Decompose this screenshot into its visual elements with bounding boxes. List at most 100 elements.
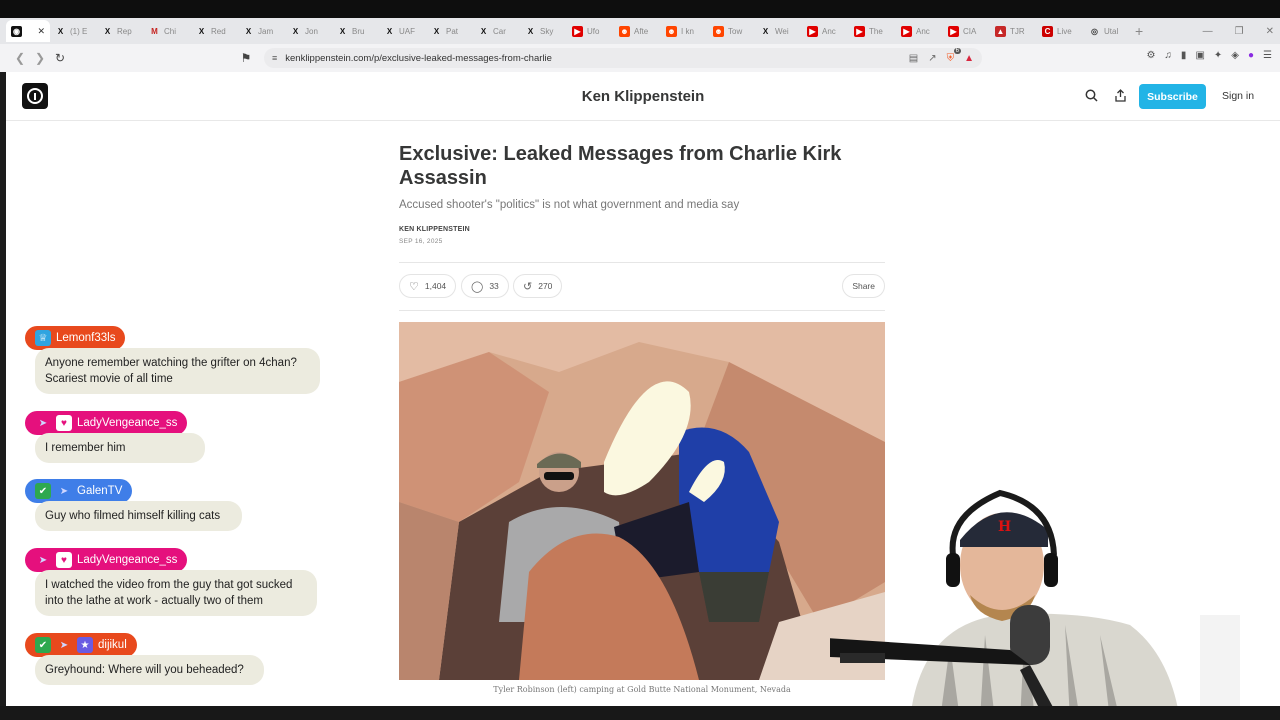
browser-tab[interactable]: X Wei (755, 20, 802, 42)
camping-photo (399, 322, 885, 680)
site-settings-icon[interactable]: ≡ (272, 53, 277, 63)
media-icon[interactable]: ♫ (1164, 50, 1172, 61)
address-bar-actions: ▤ ↗ ⛨ 6 ▲ (909, 47, 974, 68)
article-header: Exclusive: Leaked Messages from Charlie … (399, 142, 885, 245)
browser-tab[interactable]: ☻ I kn (661, 20, 708, 42)
chat-username-badge[interactable]: ➤ ♥ LadyVengeance_ss (25, 411, 188, 435)
minimize-icon[interactable]: — (1203, 26, 1213, 37)
article-subtitle: Accused shooter's "politics" is not what… (399, 199, 740, 211)
tab-title: Rep (117, 26, 132, 36)
browser-tab[interactable]: ▶ Anc (802, 20, 849, 42)
like-button[interactable]: ♡ 1,404 (399, 274, 457, 298)
browser-tab[interactable]: X Sky (520, 20, 567, 42)
post-actions: ♡ 1,404 ◯ 33 ↺ 270 Share (399, 274, 885, 300)
share-label: Share (852, 281, 875, 291)
browser-tab[interactable]: X Pat (426, 20, 473, 42)
sign-in-link[interactable]: Sign in (1222, 90, 1254, 102)
tab-title: Jon (305, 26, 318, 36)
menu-icon[interactable]: ☰ (1263, 50, 1272, 61)
brave-shields-icon[interactable]: ⛨ 6 (947, 47, 961, 64)
screen: ◉ ✕ X (1) E X Rep M Chi X Red X Jam X Jon X Bru X UAF X Pat… (0, 0, 1280, 720)
tab-title: Wei (775, 26, 789, 36)
leo-icon[interactable]: ✦ (1214, 50, 1222, 61)
article-headline: Exclusive: Leaked Messages from Charlie … (399, 143, 842, 189)
browser-tab[interactable]: X Rep (97, 20, 144, 42)
browser-tab[interactable]: X UAF (379, 20, 426, 42)
search-icon[interactable] (1085, 89, 1098, 105)
chat-username-badge[interactable]: ♕ Lemonf33ls (25, 326, 126, 350)
browser-tab[interactable]: ▶ Anc (896, 20, 943, 42)
reader-mode-icon[interactable]: ▤ (909, 53, 918, 64)
profile-icon[interactable]: ● (1248, 50, 1254, 61)
chat-message-text: Greyhound: Where will you beheaded? (45, 664, 244, 676)
tab-title: Red (211, 26, 226, 36)
globe-icon: ◎ (1091, 26, 1098, 36)
bookmark-icon[interactable]: ⚑ (236, 51, 256, 65)
comment-icon: ◯ (471, 280, 484, 293)
forward-icon[interactable]: ❯ (30, 51, 50, 65)
browser-tab[interactable]: X (1) E (50, 20, 97, 42)
cnn-icon: C (1042, 25, 1053, 37)
check-icon: ✔ (35, 637, 51, 653)
share-button[interactable]: Share (842, 274, 885, 298)
author-name[interactable]: KEN KLIPPENSTEIN (399, 226, 885, 233)
close-tab-icon[interactable]: ✕ (37, 26, 45, 37)
extensions-icon[interactable]: ⚙ (1146, 50, 1155, 61)
reload-icon[interactable]: ↻ (50, 51, 70, 65)
heart-icon: ♥ (56, 415, 72, 431)
browser-tab[interactable]: M Chi (144, 20, 191, 42)
browser-tab[interactable]: ▶ Ufo (567, 20, 614, 42)
browser-tab[interactable]: C Live (1037, 20, 1084, 42)
browser-tab[interactable]: X Jam (238, 20, 285, 42)
shields-count-badge: 6 (953, 47, 961, 54)
address-bar[interactable]: ≡ kenklippenstein.com/p/exclusive-leaked… (264, 47, 982, 68)
tab-title: CIA (963, 26, 977, 36)
share-icon[interactable] (1114, 89, 1127, 105)
browser-tab[interactable]: ◉ ✕ (6, 20, 50, 42)
chat-username: dijikul (98, 639, 127, 651)
chat-username-badge[interactable]: ✔ ➤ GalenTV (25, 479, 133, 503)
youtube-icon: ▶ (807, 25, 818, 37)
gmail-icon: M (151, 26, 158, 36)
chat-username-badge[interactable]: ✔ ➤ ★ dijikul (25, 633, 137, 657)
heart-icon: ♡ (409, 280, 419, 293)
browser-tab[interactable]: ▲ TJR (990, 20, 1037, 42)
chat-username-badge[interactable]: ➤ ♥ LadyVengeance_ss (25, 548, 188, 572)
x-icon: X (104, 26, 111, 36)
browser-tab[interactable]: ☻ Afte (614, 20, 661, 42)
sidebar-icon[interactable]: ▮ (1181, 50, 1187, 61)
x-icon: X (292, 26, 299, 36)
x-icon: X (480, 26, 487, 36)
browser-tab[interactable]: ☻ Tow (708, 20, 755, 42)
restack-count: 270 (538, 281, 553, 291)
close-window-icon[interactable]: ✕ (1266, 26, 1274, 37)
back-icon[interactable]: ❮ (10, 51, 30, 65)
browser-tab[interactable]: ▶ CIA (943, 20, 990, 42)
vpn-icon[interactable]: ◈ (1231, 50, 1239, 61)
browser-tab[interactable]: ◎ Utal (1084, 20, 1131, 42)
browser-tab[interactable]: X Red (191, 20, 238, 42)
browser-tab[interactable]: X Car (473, 20, 520, 42)
svg-text:H: H (998, 519, 1011, 535)
browser-tab[interactable]: X Bru (332, 20, 379, 42)
like-count: 1,404 (424, 281, 447, 291)
x-icon: X (339, 26, 346, 36)
browser-tab[interactable]: ▶ The (849, 20, 896, 42)
subscribe-button[interactable]: Subscribe (1139, 84, 1206, 109)
chat-message-text: I remember him (45, 442, 126, 454)
tab-title: Utal (1104, 26, 1119, 36)
wallet-icon[interactable]: ▣ (1195, 50, 1204, 61)
restore-icon[interactable]: ❐ (1235, 26, 1244, 37)
chat-message-text: Guy who filmed himself killing cats (45, 510, 221, 522)
youtube-icon: ▶ (948, 25, 959, 37)
heart-icon: ♥ (56, 552, 72, 568)
restack-button[interactable]: ↺ 270 (513, 274, 563, 298)
webcam-overlay: H (780, 475, 1280, 720)
comments-button[interactable]: ◯ 33 (461, 274, 509, 298)
new-tab-icon[interactable]: + (1135, 23, 1143, 39)
brave-rewards-icon[interactable]: ▲ (964, 53, 974, 64)
wings-icon: ➤ (59, 485, 69, 497)
browser-tab[interactable]: X Jon (285, 20, 332, 42)
reddit-icon: ☻ (713, 25, 724, 37)
share-page-icon[interactable]: ↗ (928, 53, 936, 64)
